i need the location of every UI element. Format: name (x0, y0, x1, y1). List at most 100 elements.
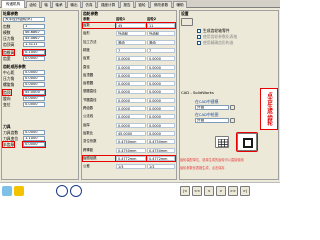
left-row-label: 模数 (3, 30, 11, 35)
gear-design-window: 传递机构 齿轮 轴 轴承 输出 仿真 强度计算 报告 链轮 修改参数 辅助 轮廓… (0, 0, 280, 210)
mid-row-label: 齿形 (83, 31, 90, 36)
cad-draw-select[interactable]: 外齿 (195, 118, 229, 123)
mid-row-value[interactable]: 0.0000 (147, 106, 175, 111)
mid-row-label: 公差 (83, 164, 90, 169)
mid-row-value[interactable]: 7 (116, 47, 146, 53)
cad-model-select[interactable]: 外齿 (195, 105, 229, 110)
tab-simulation[interactable]: 仿真 (82, 1, 96, 8)
mid-row-value[interactable]: 0.0000 (147, 56, 175, 62)
nav-prev-button[interactable]: < (204, 186, 214, 196)
mid-row-value[interactable]: 0.0000 (116, 114, 146, 120)
tab-report[interactable]: 报告 (120, 1, 134, 8)
mid-row-value[interactable]: 0.0000 (147, 97, 175, 103)
app-logo-icon (2, 186, 12, 196)
mid-row-value[interactable]: 0.0000 (116, 81, 146, 87)
cad-model-dropdown[interactable] (230, 105, 235, 110)
mid-row-value[interactable]: 0.4750mm (147, 147, 175, 153)
mid-row-value[interactable]: 0.0000 (147, 130, 175, 136)
left-row-value[interactable]: 1.1000 (23, 136, 45, 141)
nav-next-page-button[interactable]: >> (228, 186, 238, 196)
mid-row-value[interactable]: 外齿轮 (116, 31, 146, 37)
tab-gear-mechanism[interactable]: 传递机构 (1, 0, 25, 8)
mid-row-label: 直径 (83, 64, 90, 69)
mid-row-label: 公法线 (83, 114, 94, 119)
mid-col-header: 齿轮2 (147, 17, 157, 21)
left-row-value[interactable]: 0.0000 (23, 130, 45, 135)
table-view-button[interactable] (215, 136, 229, 148)
mid-col-header: 参数 (83, 17, 90, 21)
tab-strength[interactable]: 强度计算 (97, 1, 119, 8)
left-row-value[interactable]: 0.0000 (23, 96, 45, 101)
mid-row-value[interactable]: 0.0000 (116, 56, 146, 62)
left-row-value[interactable]: 45.0000 (22, 89, 46, 96)
mid-row-value[interactable]: 0.4750mm (147, 139, 175, 145)
left-row-label: 螺旋角 (3, 82, 15, 87)
mid-row-value[interactable]: 0.0000 (147, 122, 175, 128)
tab-shaft[interactable]: 轴 (41, 1, 51, 8)
checkbox-gear-shaft[interactable] (197, 29, 201, 33)
tab-modify[interactable]: 修改参数 (150, 1, 172, 8)
mid-row-value[interactable]: 0.0000 (116, 122, 146, 128)
mid-row-value[interactable]: 0.0000 (147, 89, 175, 95)
left-row-value[interactable]: 46.6867 (23, 30, 45, 35)
mid-row-value[interactable]: 0.4750mm (116, 147, 146, 153)
left-row-value[interactable]: 0.0000 (22, 141, 46, 148)
mid-row-value[interactable]: 0.4772mm (115, 154, 147, 162)
generate-gear-button[interactable] (236, 132, 258, 152)
settings-button[interactable] (181, 18, 193, 26)
mid-col-header: 齿轮1 (116, 17, 126, 21)
mid-row-label: 齿顶圆 (83, 72, 94, 77)
nav-next-button[interactable]: > (216, 186, 226, 196)
left-row-value[interactable]: 0.0000 (23, 76, 45, 81)
mid-row-value[interactable]: 0.0000 (147, 114, 175, 120)
left-row-label: 刀具变位 (3, 136, 19, 141)
mid-row-value[interactable]: 1/3 (116, 164, 146, 170)
mid-row-value[interactable]: 0.4750mm (116, 139, 146, 145)
mid-row-value[interactable]: 滚齿 (147, 39, 175, 45)
left-row-value[interactable]: 0.0000 (23, 102, 45, 107)
mid-row-value[interactable]: 0.0000 (116, 72, 146, 78)
left-row-value[interactable]: 1.3111 (23, 42, 45, 47)
mid-row-value[interactable]: 外齿轮 (147, 31, 175, 37)
cad-draw-dropdown[interactable] (230, 118, 235, 123)
left-row-value[interactable]: 1 (23, 24, 45, 29)
mid-row-value[interactable]: 11 (146, 22, 176, 29)
left-row-value[interactable]: 0.0000 (23, 70, 45, 75)
left-row-label: 半齿厚 (1, 141, 16, 148)
left-row-value[interactable]: 0.0000 (23, 82, 45, 87)
left-row-value[interactable]: 45.0667 (23, 36, 45, 41)
tab-output[interactable]: 输出 (67, 1, 81, 8)
mid-row-value[interactable]: 0.0000 (147, 81, 175, 87)
globe-icon[interactable] (56, 185, 68, 197)
mid-row-value[interactable]: 0.0000 (116, 64, 146, 70)
mid-row-value[interactable]: 45.0000 (116, 130, 146, 136)
checkbox-param-table[interactable] (197, 35, 201, 39)
mid-row-value[interactable]: 1/3 (147, 164, 175, 170)
mid-row-value[interactable]: 45 (115, 22, 147, 29)
mid-row-value[interactable]: 7 (147, 47, 175, 53)
mid-row-value[interactable]: 滚齿 (116, 39, 146, 45)
nav-first-button[interactable]: |< (180, 186, 190, 196)
mid-row-value[interactable]: 0.0000 (116, 106, 146, 111)
mid-row-value[interactable]: 0.0000 (116, 97, 146, 103)
checkbox-precise-profile[interactable] (197, 41, 201, 45)
generate-callout: 点击生成齿轮 (260, 88, 278, 130)
mid-row-value[interactable]: 0.0000 (116, 89, 146, 95)
mid-row-value[interactable]: 0.0000 (147, 72, 175, 78)
left-row-value[interactable]: 0.0000 (23, 56, 45, 61)
tab-aux[interactable]: 辅助 (173, 1, 187, 8)
nav-last-button[interactable]: >| (240, 186, 250, 196)
left-row-value[interactable]: 0.1000 (22, 49, 46, 56)
mid-row-value[interactable]: 0.0000 (147, 64, 175, 70)
tab-chain[interactable]: 链轮 (135, 1, 149, 8)
checkbox-label: 生成齿轮轴零件 (203, 28, 230, 33)
tab-bearing[interactable]: 轴承 (52, 1, 66, 8)
tab-gear[interactable]: 齿轮 (26, 1, 40, 8)
grid-icon (218, 139, 228, 147)
help-icon[interactable] (14, 186, 24, 196)
profile-select[interactable]: 大半径外齿轮(R) (3, 17, 45, 22)
info-icon[interactable] (70, 185, 82, 197)
left-row-label: 齿顶 (2, 89, 12, 96)
nav-prev-page-button[interactable]: << (192, 186, 202, 196)
mid-row-value[interactable]: 0.4772mm (146, 154, 176, 162)
